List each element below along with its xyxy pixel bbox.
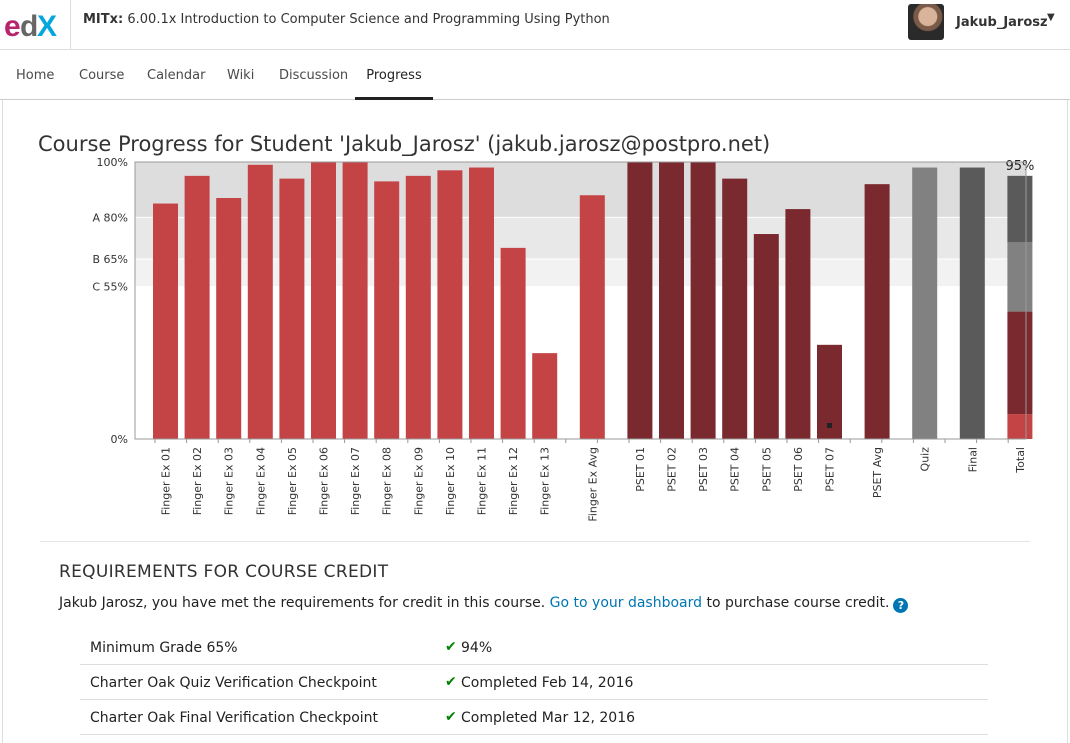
bar [279,178,305,439]
y-tick-label: B 65% [93,253,129,266]
x-tick-label: Finger Ex 08 [381,447,394,515]
requirement-row: Charter Oak Quiz Verification Checkpoint… [80,665,988,700]
requirement-label: Charter Oak Final Verification Checkpoin… [90,710,379,726]
tab-wiki[interactable]: Wiki [227,50,254,100]
bar [247,164,273,439]
progress-chart: 100% A 80% B 65% C 55% 0% Finger Ex 01 Finger … [92,156,1034,522]
y-tick-label: 0% [111,433,128,446]
x-tick-label: PSET 07 [824,447,837,492]
x-tick-label: Finger Ex 12 [507,447,520,515]
bar [959,167,985,439]
check-icon: ✔ [445,674,457,690]
tab-calendar[interactable]: Calendar [147,50,205,100]
edx-logo[interactable]: e d X [4,8,60,42]
x-tick-label: PSET 05 [760,447,773,492]
y-tick-label: A 80% [93,211,128,224]
bar [374,181,400,439]
requirement-value: 94% [461,640,493,656]
bar [912,167,938,439]
x-tick-label: Finger Ex 09 [412,447,425,515]
tab-home[interactable]: Home [16,50,54,100]
requirements-message-suffix: to purchase course credit. [702,595,890,611]
total-segment [1007,175,1033,243]
tab-discussion[interactable]: Discussion [279,50,348,100]
x-tick-label: PSET 06 [792,447,805,492]
check-icon: ✔ [445,639,457,655]
svg-text:d: d [20,10,38,42]
section-divider [40,541,1030,542]
x-tick-label: PSET 02 [666,447,679,492]
x-tick-label: Finger Ex 13 [539,447,552,515]
bar [469,167,494,439]
requirements-title: REQUIREMENTS FOR COURSE CREDIT [59,562,389,582]
requirement-value: Completed Mar 12, 2016 [461,710,636,726]
bar [864,184,890,439]
x-tick-label: Finger Ex 01 [160,447,173,515]
dropped-marker [827,423,832,428]
bar [342,162,368,439]
x-tick-label: Finger Ex 05 [286,447,299,515]
bar [627,162,653,439]
requirement-row: Charter Oak Final Verification Checkpoin… [80,700,988,735]
bar [184,175,210,439]
requirements-table: Minimum Grade 65% ✔ 94% Charter Oak Quiz… [80,630,988,735]
course-org: MITx: [83,12,124,27]
x-tick-label: Finger Ex Avg [586,447,599,522]
requirement-label: Charter Oak Quiz Verification Checkpoint [90,675,377,691]
x-tick-label: Finger Ex 11 [476,447,489,515]
bar [753,234,779,439]
x-tick-label: Finger Ex 04 [254,447,267,515]
header-divider [70,0,71,50]
bar [437,170,463,439]
tab-course[interactable]: Course [79,50,124,100]
bar [532,353,558,439]
bar [500,247,526,439]
site-header: e d X MITx: 6.00.1x Introduction to Comp… [0,0,1070,50]
avatar[interactable] [908,4,944,40]
bar [722,178,748,439]
course-title: MITx: 6.00.1x Introduction to Computer S… [83,12,610,27]
x-tick-label: Finger Ex 07 [349,447,362,515]
total-segment [1007,311,1033,415]
x-tick-label: Finger Ex 10 [444,447,457,515]
x-tick-label: Total [1014,447,1027,474]
requirement-label: Minimum Grade 65% [90,640,238,656]
bar [405,175,431,439]
x-tick-label: Finger Ex 06 [318,447,331,515]
requirement-value: Completed Feb 14, 2016 [461,675,634,691]
x-tick-label: Final [966,447,979,472]
total-value-label: 95% [1005,159,1034,174]
svg-text:X: X [37,10,57,42]
bar [785,209,811,439]
x-tick-label: PSET Avg [871,447,884,498]
total-segment [1007,242,1033,312]
tab-progress[interactable]: Progress [355,50,433,100]
total-segment [1007,414,1033,439]
x-tick-label: Quiz [919,447,932,472]
x-tick-label: PSET 01 [634,447,647,492]
course-tabs: Home Course Calendar Wiki Discussion Pro… [0,50,1070,100]
dashboard-link[interactable]: Go to your dashboard [550,595,702,611]
check-icon: ✔ [445,709,457,725]
help-icon[interactable]: ? [893,598,909,613]
requirement-row: Minimum Grade 65% ✔ 94% [80,630,988,665]
x-tick-label: PSET 04 [729,447,742,492]
svg-text:e: e [4,10,21,42]
requirements-message-text: Jakub Jarosz, you have met the requireme… [59,595,550,611]
requirements-message: Jakub Jarosz, you have met the requireme… [59,595,909,613]
y-tick-label: 100% [97,156,128,169]
bar [153,203,178,439]
bar [579,195,605,439]
bar [690,162,716,439]
bar [311,162,336,439]
bar [216,198,242,439]
chevron-down-icon[interactable]: ▼ [1047,12,1055,23]
course-name: 6.00.1x Introduction to Computer Science… [127,12,610,27]
bar [659,162,684,439]
x-tick-label: Finger Ex 03 [223,447,236,515]
x-tick-label: Finger Ex 02 [191,447,204,515]
x-tick-label: PSET 03 [697,447,710,492]
username[interactable]: Jakub_Jarosz [956,15,1048,30]
y-tick-label: C 55% [92,281,128,294]
